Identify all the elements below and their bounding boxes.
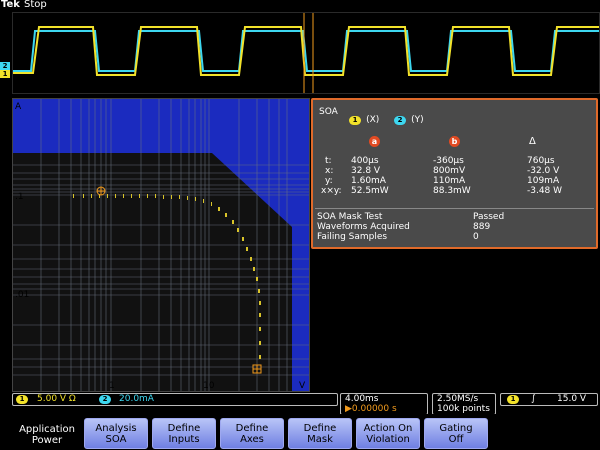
row-power: x×y: 52.5mW 88.3mW -3.48 W — [321, 186, 563, 196]
ch1-readout-badge-icon: 1 — [16, 395, 28, 404]
ch2-badge-icon: 2 — [394, 116, 406, 125]
cursor-a-column-icon: a — [369, 136, 380, 147]
trigger-readout[interactable]: 1 ∫ 15.0 V — [500, 393, 598, 406]
softkey-2-sub: Inputs — [168, 434, 200, 445]
softkey-define-axes[interactable]: Define Axes — [220, 418, 284, 449]
cursor-a-symbol — [96, 186, 106, 196]
softkey-3-sub: Axes — [240, 434, 264, 445]
softkey-application-power[interactable]: Application Power — [12, 424, 82, 446]
softkey-1-sub: SOA — [105, 434, 127, 445]
trigger-level: 15.0 V — [557, 394, 587, 404]
acquisition-status: Stop — [24, 0, 47, 10]
row-t: t: 400µs -360µs 760µs — [325, 156, 555, 166]
softkey-gating[interactable]: Gating Off — [424, 418, 488, 449]
softkey-define-inputs[interactable]: Define Inputs — [152, 418, 216, 449]
softkey-2-title: Define — [167, 423, 201, 434]
channel-readout: 1 5.00 V Ω 2 20.0mA — [12, 393, 338, 406]
ch2-level-marker-icon: 2 — [0, 62, 10, 70]
time-per-div: 4.00ms — [345, 394, 379, 404]
trigger-source-badge-icon: 1 — [507, 395, 519, 404]
softkey-6-sub: Off — [448, 434, 464, 445]
stats-table: SOA Mask Test Passed Waveforms Acquired … — [313, 212, 596, 242]
ch-x-label: (X) — [366, 115, 380, 125]
ch-x-badge: 1 (X) — [349, 107, 379, 126]
cursor-b-column-icon: b — [449, 136, 460, 147]
soa-title: SOA — [319, 107, 338, 117]
softkey-1-title: Analysis — [95, 423, 137, 434]
soa-plot: A V .1 .01 1 10 — [12, 98, 310, 392]
ch2-readout-badge-icon: 2 — [99, 395, 111, 404]
ch2-scale: 20.0mA — [119, 394, 154, 404]
y-tick-0: .1 — [15, 192, 24, 202]
top-status-bar — [0, 0, 600, 12]
stat-failing: Failing Samples 0 — [317, 232, 479, 242]
softkey-5-title: Action On — [363, 423, 413, 434]
softkey-0-sub: Power — [31, 435, 63, 446]
stat-mask-test: SOA Mask Test Passed — [317, 212, 505, 222]
waveform-svg — [13, 13, 599, 93]
softkey-4-sub: Mask — [307, 434, 333, 445]
softkey-0-title: Application — [19, 424, 75, 435]
trigger-slope-icon: ∫ — [531, 394, 536, 404]
softkey-5-sub: Violation — [366, 434, 410, 445]
panel-divider — [315, 208, 594, 209]
timebase-readout[interactable]: 4.00ms ▶0.00000 s — [340, 393, 428, 415]
x-tick-1: 10 — [203, 381, 215, 391]
x-tick-0: 1 — [109, 381, 115, 391]
waveform-overview — [12, 12, 600, 94]
delta-column-icon: Δ — [529, 136, 536, 147]
x-axis-unit: V — [299, 381, 306, 391]
row-x: x: 32.8 V 800mV -32.0 V — [325, 166, 560, 176]
acquisition-readout[interactable]: 2.50MS/s 100k points — [432, 393, 496, 415]
trigger-position: ▶0.00000 s — [345, 404, 397, 414]
y-tick-1: .01 — [15, 290, 29, 300]
sample-rate: 2.50MS/s — [437, 394, 479, 404]
y-axis-unit: A — [15, 102, 22, 112]
soa-results-panel: SOA 1 (X) 2 (Y) a b Δ t: 400µs -360µs 76… — [311, 98, 598, 249]
soa-plot-svg: A V .1 .01 1 10 — [13, 99, 309, 391]
softkey-3-title: Define — [235, 423, 269, 434]
softkey-define-mask[interactable]: Define Mask — [288, 418, 352, 449]
ch1-scale: 5.00 V Ω — [37, 394, 76, 404]
softkey-6-title: Gating — [439, 423, 473, 434]
record-length: 100k points — [437, 404, 490, 414]
softkey-4-title: Define — [303, 423, 337, 434]
softkey-action-on-violation[interactable]: Action On Violation — [356, 418, 420, 449]
row-y: y: 1.60mA 110mA 109mA — [325, 176, 560, 186]
ch-y-label: (Y) — [411, 115, 424, 125]
cursor-table: t: 400µs -360µs 760µs x: 32.8 V 800mV -3… — [313, 156, 596, 196]
softkey-analysis-soa[interactable]: Analysis SOA — [84, 418, 148, 449]
brand-label: Tek — [1, 0, 20, 10]
ch1-level-marker-icon: 1 — [0, 70, 10, 78]
ch-y-badge: 2 (Y) — [394, 107, 424, 126]
ch1-badge-icon: 1 — [349, 116, 361, 125]
stat-waveforms: Waveforms Acquired 889 — [317, 222, 491, 232]
